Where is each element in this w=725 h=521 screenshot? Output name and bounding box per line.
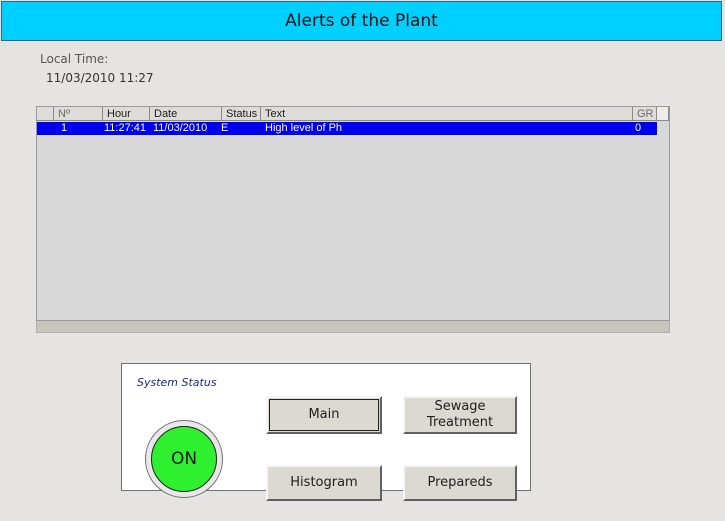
sewage-label-line1: Sewage xyxy=(434,399,486,414)
row-status: E xyxy=(221,122,229,134)
sewage-treatment-label: Sewage Treatment xyxy=(427,399,493,431)
prepareds-button[interactable]: Prepareds xyxy=(403,465,517,501)
status-indicator: ON xyxy=(145,420,223,498)
sewage-label-line2: Treatment xyxy=(426,415,494,430)
column-header-gr[interactable]: GR xyxy=(633,107,657,121)
local-time-value: 11/03/2010 11:27 xyxy=(46,71,154,85)
column-header-no[interactable]: Nº xyxy=(54,107,103,121)
system-status-panel: System Status ON Main Sewage Treatment H… xyxy=(121,363,531,501)
row-date: 11/03/2010 xyxy=(153,122,208,134)
row-gr: 0 xyxy=(635,122,642,134)
histogram-button[interactable]: Histogram xyxy=(266,465,382,501)
column-header-hour[interactable]: Hour xyxy=(103,107,150,121)
row-hour: 11:27:41 xyxy=(104,122,147,134)
column-header-text[interactable]: Text xyxy=(261,107,633,121)
column-header-date[interactable]: Date xyxy=(150,107,222,121)
alarm-table[interactable]: Nº Hour Date Status Text GR 1 11:27:41 1… xyxy=(36,106,670,321)
column-header-end xyxy=(657,107,669,121)
main-button[interactable]: Main xyxy=(266,396,382,434)
row-text: High level of Ph xyxy=(265,122,343,134)
column-header-status[interactable]: Status xyxy=(222,107,261,121)
column-header-selector xyxy=(37,107,54,121)
page-title: Alerts of the Plant xyxy=(1,1,722,41)
alarm-table-header: Nº Hour Date Status Text GR xyxy=(37,107,669,121)
status-indicator-light: ON xyxy=(151,426,217,492)
row-no: 1 xyxy=(61,122,68,134)
alarm-table-footer xyxy=(36,321,670,333)
sewage-treatment-button[interactable]: Sewage Treatment xyxy=(403,396,517,434)
system-status-title: System Status xyxy=(137,376,217,389)
table-row[interactable]: 1 11:27:41 11/03/2010 E High level of Ph… xyxy=(37,122,657,135)
local-time-label: Local Time: xyxy=(40,52,109,66)
